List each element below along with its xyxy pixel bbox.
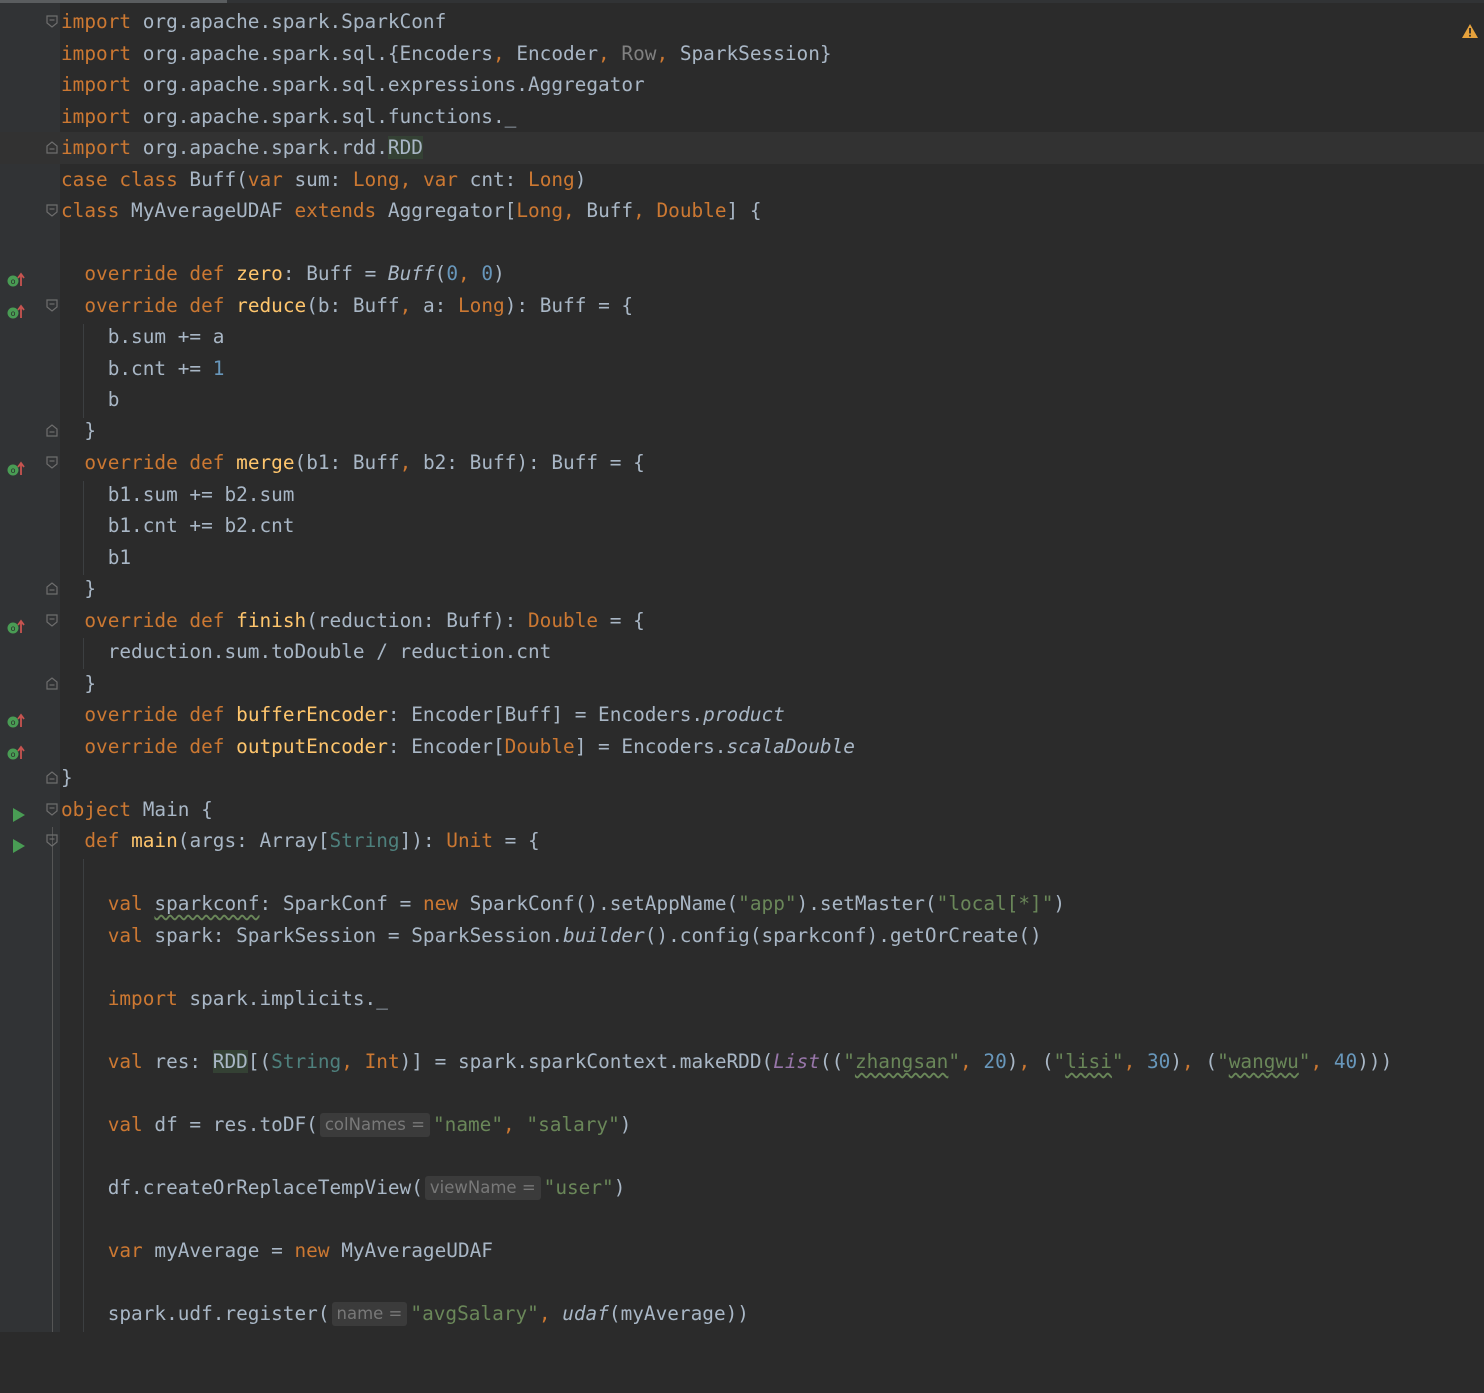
- code-line-9[interactable]: o override def zero: Buff = Buff(0, 0): [0, 258, 1484, 290]
- code-line-16[interactable]: b1.sum += b2.sum: [0, 479, 1484, 511]
- fold-marker-icon[interactable]: [46, 771, 58, 784]
- code-text: val df = res.toDF(colNames = "name", "sal…: [107, 1113, 632, 1137]
- code-line-30[interactable]: val spark: SparkSession = SparkSession.b…: [0, 920, 1484, 952]
- code-line-5[interactable]: import org.apache.spark.rdd.RDD: [0, 132, 1484, 164]
- warning-triangle-icon[interactable]: [1461, 17, 1479, 38]
- code-text: override def outputEncoder: Encoder[Doub…: [84, 735, 855, 758]
- fold-marker-icon[interactable]: [46, 677, 58, 690]
- code-line-2[interactable]: import org.apache.spark.sql.{Encoders, E…: [0, 38, 1484, 70]
- code-text: import org.apache.spark.sql.expressions.…: [61, 73, 645, 96]
- override-marker-icon[interactable]: o: [6, 707, 26, 728]
- inlay-hint: viewName =: [424, 1176, 541, 1200]
- code-line-38[interactable]: df.createOrReplaceTempView(viewName = "us…: [0, 1172, 1484, 1204]
- code-line-23[interactable]: o override def bufferEncoder: Encoder[Bu…: [0, 699, 1484, 731]
- code-text: override def merge(b1: Buff, b2: Buff): …: [84, 451, 645, 474]
- code-text: val sparkconf: SparkConf = new SparkConf…: [107, 892, 1066, 915]
- code-line-12[interactable]: b.cnt += 1: [0, 353, 1484, 385]
- code-line-29[interactable]: val sparkconf: SparkConf = new SparkConf…: [0, 888, 1484, 920]
- override-marker-icon[interactable]: o: [6, 298, 26, 319]
- code-text: class MyAverageUDAF extends Aggregator[L…: [61, 199, 762, 222]
- code-text: df.createOrReplaceTempView(viewName = "us…: [61, 1176, 626, 1200]
- run-gutter-icon[interactable]: [12, 801, 26, 822]
- code-text: var myAverage = new MyAverageUDAF: [107, 1239, 493, 1262]
- fold-marker-icon[interactable]: [46, 582, 58, 595]
- code-text: }: [61, 766, 73, 789]
- code-text: b1: [61, 546, 132, 569]
- code-line-13[interactable]: b: [0, 384, 1484, 416]
- code-text: override def bufferEncoder: Encoder[Buff…: [84, 703, 785, 726]
- code-text: import org.apache.spark.rdd.RDD: [61, 136, 423, 159]
- inlay-hint: colNames =: [319, 1113, 430, 1137]
- code-line-1[interactable]: import org.apache.spark.SparkConf: [0, 6, 1484, 38]
- code-text: override def zero: Buff = Buff(0, 0): [84, 262, 505, 285]
- code-text: }: [61, 577, 97, 600]
- code-text: import spark.implicits._: [107, 987, 388, 1010]
- code-line-4[interactable]: import org.apache.spark.sql.functions._: [0, 101, 1484, 133]
- code-line-14[interactable]: }: [0, 415, 1484, 447]
- code-line-20[interactable]: o override def finish(reduction: Buff): …: [0, 605, 1484, 637]
- code-line-34[interactable]: val res: RDD[(String, Int)] = spark.spar…: [0, 1046, 1484, 1078]
- code-line-18[interactable]: b1: [0, 542, 1484, 574]
- fold-marker-icon[interactable]: [46, 834, 58, 847]
- code-text: }: [61, 419, 97, 442]
- code-editor[interactable]: import org.apache.spark.SparkConf import…: [0, 0, 1484, 1332]
- svg-text:o: o: [11, 750, 16, 759]
- code-line-36[interactable]: val df = res.toDF(colNames = "name", "sal…: [0, 1109, 1484, 1141]
- run-gutter-icon[interactable]: [12, 832, 26, 853]
- fold-marker-icon[interactable]: [46, 15, 58, 28]
- svg-text:o: o: [11, 624, 16, 633]
- code-text: object Main {: [61, 798, 213, 821]
- svg-text:o: o: [11, 309, 16, 318]
- code-text: b: [61, 388, 120, 411]
- code-text: import org.apache.spark.SparkConf: [61, 10, 447, 33]
- svg-text:o: o: [11, 718, 16, 727]
- code-line-7[interactable]: class MyAverageUDAF extends Aggregator[L…: [0, 195, 1484, 227]
- code-line-27[interactable]: def main(args: Array[String]): Unit = {: [0, 825, 1484, 857]
- code-line-32[interactable]: import spark.implicits._: [0, 983, 1484, 1015]
- override-marker-icon[interactable]: o: [6, 613, 26, 634]
- code-text: def main(args: Array[String]): Unit = {: [84, 829, 540, 852]
- svg-text:o: o: [11, 277, 16, 286]
- fold-marker-icon[interactable]: [46, 299, 58, 312]
- code-line-26[interactable]: object Main {: [0, 794, 1484, 826]
- inlay-hint: name =: [331, 1302, 408, 1326]
- code-text: import org.apache.spark.sql.{Encoders, E…: [61, 42, 832, 65]
- code-text: b.sum += a: [61, 325, 225, 348]
- code-text: b1.sum += b2.sum: [61, 483, 295, 506]
- code-line-22[interactable]: }: [0, 668, 1484, 700]
- code-line-17[interactable]: b1.cnt += b2.cnt: [0, 510, 1484, 542]
- fold-marker-icon[interactable]: [46, 204, 58, 217]
- code-text: spark.udf.register(name = "avgSalary", ud…: [61, 1302, 749, 1326]
- code-text: import org.apache.spark.sql.functions._: [61, 105, 517, 128]
- fold-marker-icon[interactable]: [46, 424, 58, 437]
- override-marker-icon[interactable]: o: [6, 455, 26, 476]
- code-line-19[interactable]: }: [0, 573, 1484, 605]
- code-text: val res: RDD[(String, Int)] = spark.spar…: [107, 1050, 1393, 1073]
- code-text: override def reduce(b: Buff, a: Long): B…: [84, 294, 634, 317]
- code-line-11[interactable]: b.sum += a: [0, 321, 1484, 353]
- code-text: reduction.sum.toDouble / reduction.cnt: [61, 640, 552, 663]
- fold-marker-icon[interactable]: [46, 456, 58, 469]
- code-line-10[interactable]: o override def reduce(b: Buff, a: Long):…: [0, 290, 1484, 322]
- code-line-42[interactable]: spark.udf.register(name = "avgSalary", ud…: [0, 1298, 1484, 1330]
- code-text: case class Buff(var sum: Long, var cnt: …: [61, 168, 587, 191]
- override-marker-icon[interactable]: o: [6, 739, 26, 760]
- code-line-21[interactable]: reduction.sum.toDouble / reduction.cnt: [0, 636, 1484, 668]
- code-line-15[interactable]: o override def merge(b1: Buff, b2: Buff)…: [0, 447, 1484, 479]
- code-text: b1.cnt += b2.cnt: [61, 514, 295, 537]
- code-line-25[interactable]: }: [0, 762, 1484, 794]
- code-line-24[interactable]: o override def outputEncoder: Encoder[Do…: [0, 731, 1484, 763]
- code-text: override def finish(reduction: Buff): Do…: [84, 609, 645, 632]
- fold-marker-icon[interactable]: [46, 803, 58, 816]
- svg-text:o: o: [11, 466, 16, 475]
- code-text: b.cnt += 1: [61, 357, 225, 380]
- code-line-6[interactable]: case class Buff(var sum: Long, var cnt: …: [0, 164, 1484, 196]
- fold-marker-icon[interactable]: [46, 614, 58, 627]
- code-line-40[interactable]: var myAverage = new MyAverageUDAF: [0, 1235, 1484, 1267]
- code-text: }: [61, 672, 97, 695]
- code-line-3[interactable]: import org.apache.spark.sql.expressions.…: [0, 69, 1484, 101]
- code-text: val spark: SparkSession = SparkSession.b…: [107, 924, 1042, 947]
- fold-marker-icon[interactable]: [46, 141, 58, 154]
- override-marker-icon[interactable]: o: [6, 266, 26, 287]
